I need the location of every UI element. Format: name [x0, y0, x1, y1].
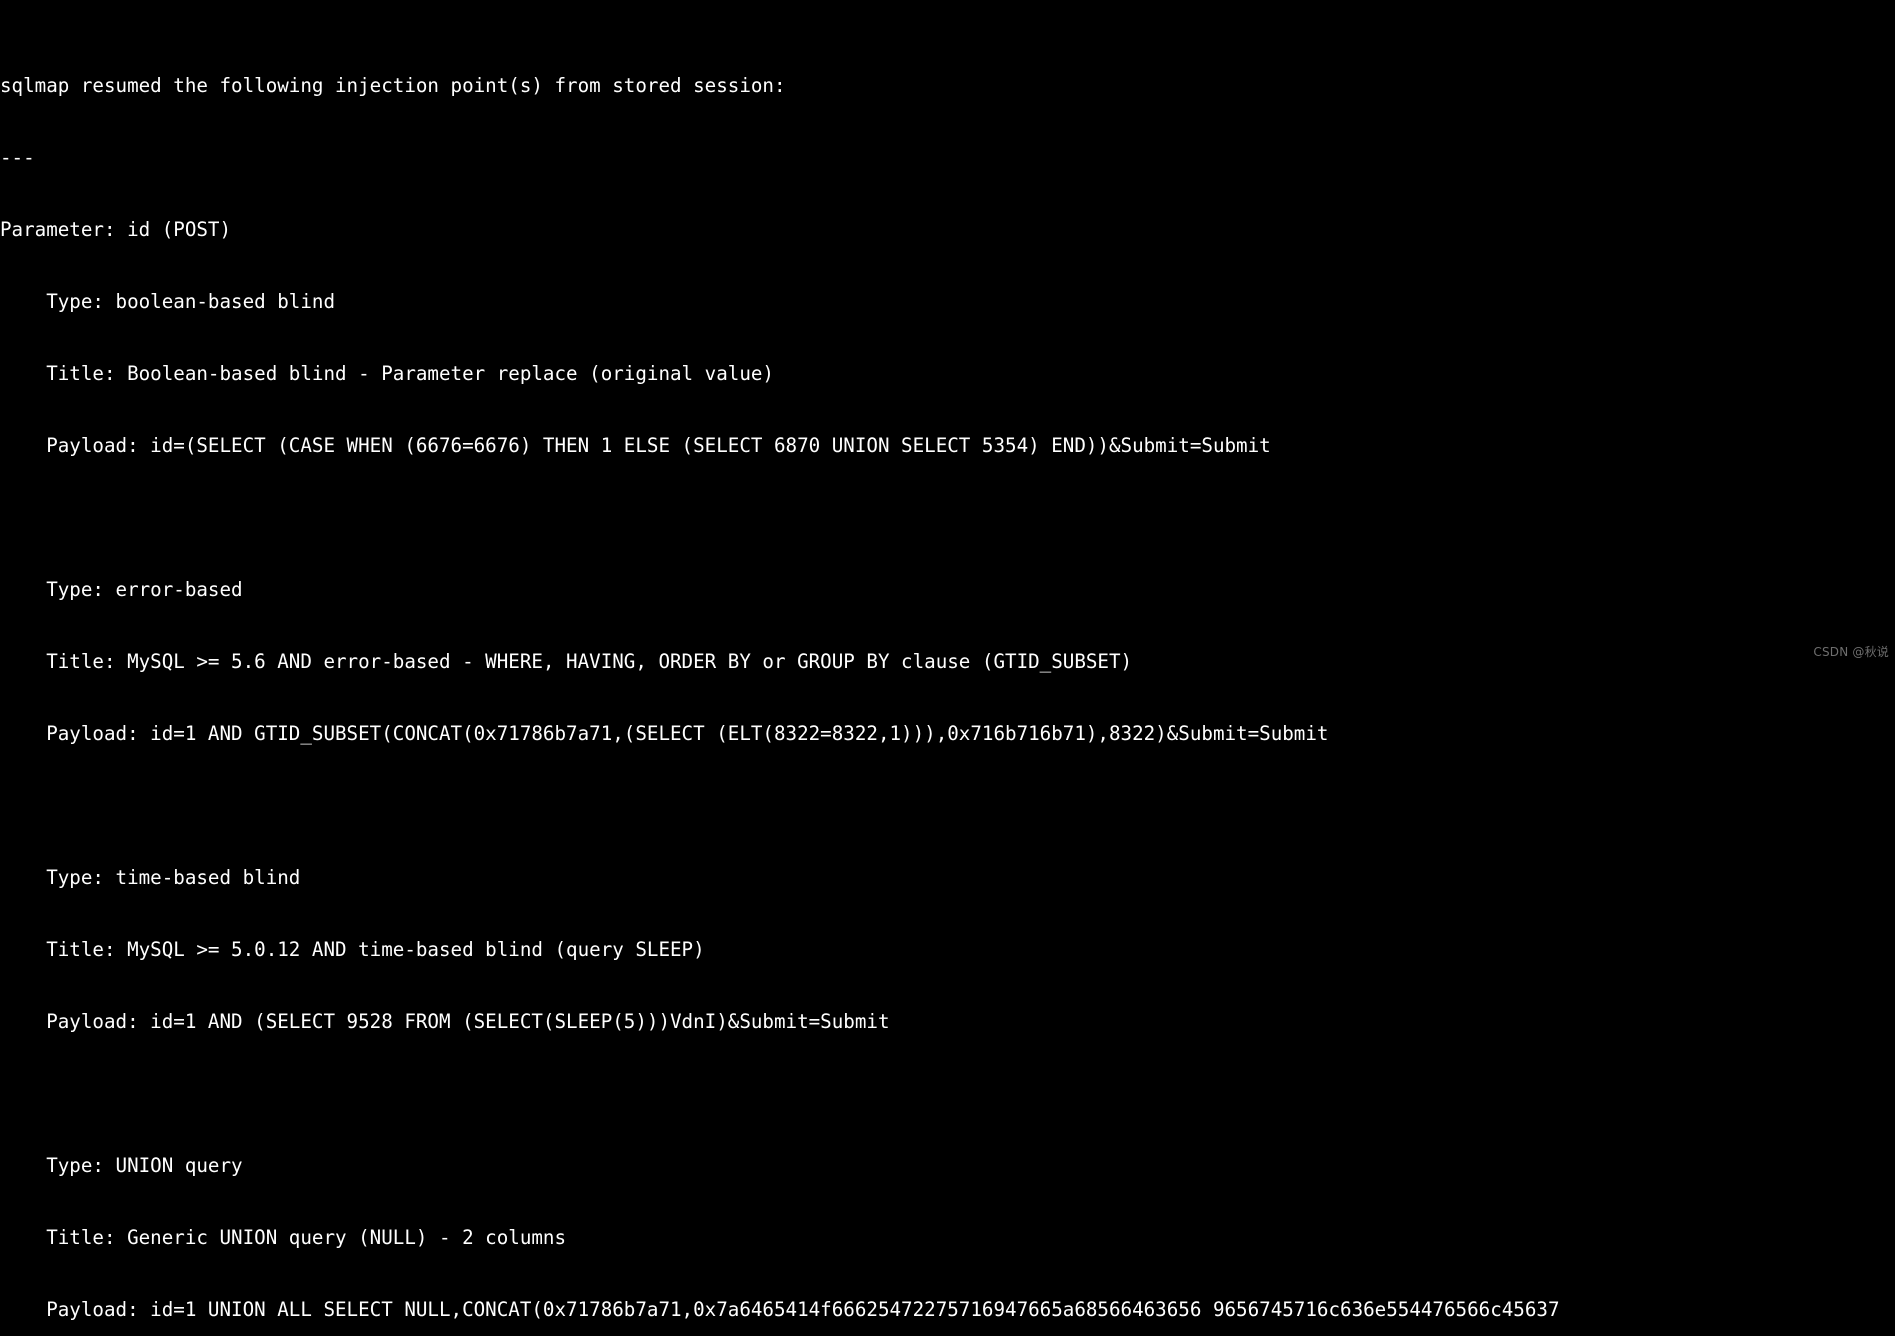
terminal-line: Title: Generic UNION query (NULL) - 2 co… — [0, 1226, 567, 1249]
terminal-line: Payload: id=(SELECT (CASE WHEN (6676=667… — [0, 434, 1271, 457]
terminal-line: Payload: id=1 AND (SELECT 9528 FROM (SEL… — [0, 1010, 890, 1033]
terminal-window: sqlmap resumed the following injection p… — [0, 0, 1895, 1321]
terminal-line: Payload: id=1 AND GTID_SUBSET(CONCAT(0x7… — [0, 722, 1329, 745]
watermark-label: CSDN @秋说 — [1813, 645, 1889, 659]
terminal-line: Title: MySQL >= 5.0.12 AND time-based bl… — [0, 938, 705, 961]
terminal-line: sqlmap resumed the following injection p… — [0, 74, 786, 97]
terminal-line: Type: UNION query — [0, 1154, 243, 1177]
terminal-line: Type: error-based — [0, 578, 243, 601]
terminal-line: --- — [0, 146, 35, 169]
terminal-line: Parameter: id (POST) — [0, 218, 232, 241]
terminal-line: Type: boolean-based blind — [0, 290, 336, 313]
terminal-line: Title: Boolean-based blind - Parameter r… — [0, 362, 774, 385]
terminal-line: Title: MySQL >= 5.6 AND error-based - WH… — [0, 650, 1133, 673]
terminal-line: Payload: id=1 UNION ALL SELECT NULL,CONC… — [0, 1298, 1560, 1321]
terminal-line: Type: time-based blind — [0, 866, 301, 889]
